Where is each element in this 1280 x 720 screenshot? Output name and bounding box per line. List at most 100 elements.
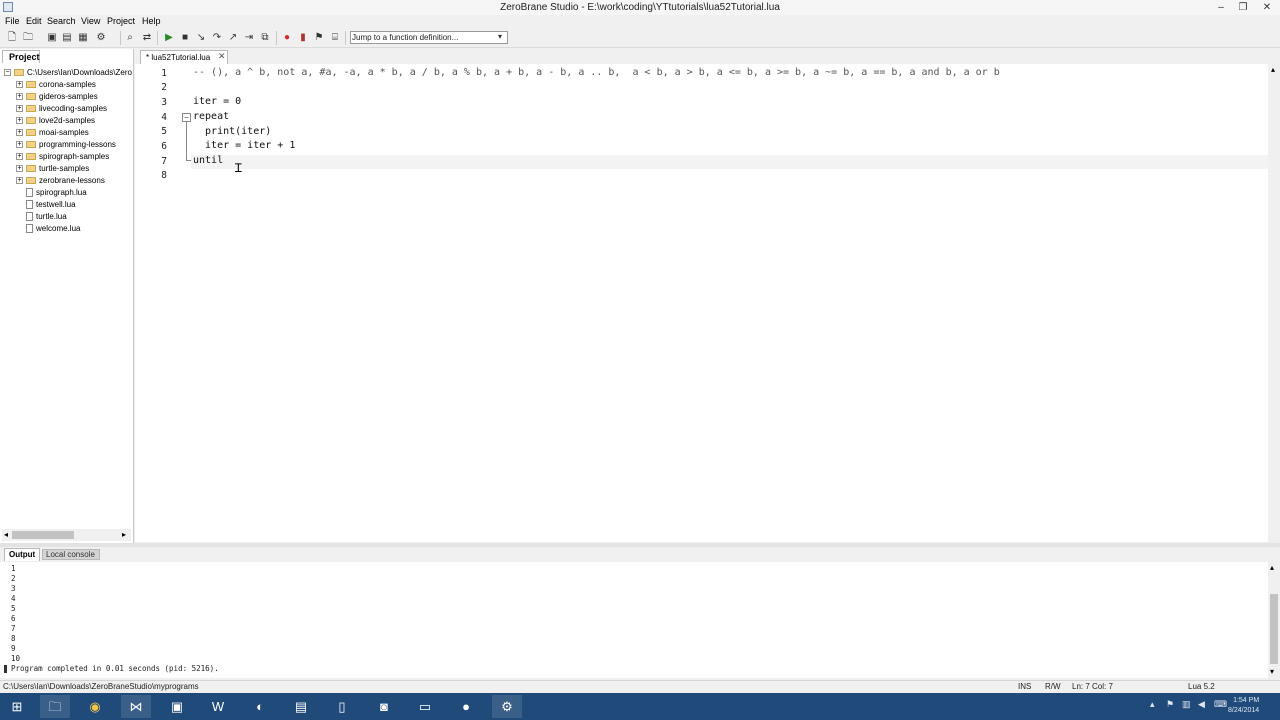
tree-folder-label: love2d-samples: [39, 116, 96, 125]
chevron-down-icon[interactable]: ▾: [498, 32, 502, 41]
status-read-write: R/W: [1045, 682, 1061, 691]
steam-icon[interactable]: ◐: [245, 695, 275, 718]
watch-icon[interactable]: ⧉: [259, 32, 271, 44]
line-number: 6: [161, 141, 167, 152]
stack-icon[interactable]: ⚑: [313, 32, 325, 44]
open-file-icon[interactable]: 🗀: [22, 32, 34, 44]
network-icon[interactable]: ▥: [1182, 699, 1191, 710]
tree-folder[interactable]: + turtle-samples: [16, 164, 89, 176]
code-line: iter = iter + 1: [193, 140, 296, 151]
tab-project[interactable]: Project: [2, 50, 40, 63]
tab-output[interactable]: Output: [4, 548, 40, 561]
scrollbar-thumb[interactable]: [1270, 594, 1278, 664]
zerobrane-icon[interactable]: ⚙: [492, 695, 522, 718]
minimize-button[interactable]: –: [1210, 0, 1232, 15]
tree-file[interactable]: spirograph.lua: [26, 188, 87, 200]
menu-help[interactable]: Help: [142, 16, 161, 26]
scroll-up-icon[interactable]: ▴: [1270, 563, 1274, 572]
menu-project[interactable]: Project: [107, 16, 135, 26]
document-icon[interactable]: ▤: [286, 695, 316, 718]
save-icon[interactable]: ▣: [46, 32, 58, 44]
run-to-cursor-icon[interactable]: ⇥: [243, 32, 255, 44]
bookmark-icon[interactable]: ▮: [297, 32, 309, 44]
step-over-icon[interactable]: ↷: [211, 32, 223, 44]
scroll-right-icon[interactable]: ▸: [122, 530, 126, 539]
tree-file[interactable]: testwell.lua: [26, 200, 76, 212]
stop-icon[interactable]: ■: [179, 32, 191, 44]
expand-icon[interactable]: +: [16, 129, 23, 137]
volume-icon[interactable]: ◀: [1198, 699, 1205, 710]
folder-icon: [26, 129, 36, 137]
blank-file-icon[interactable]: ▯: [327, 695, 357, 718]
scroll-left-icon[interactable]: ◂: [4, 530, 8, 539]
media-icon[interactable]: ◙: [369, 695, 399, 718]
menu-view[interactable]: View: [81, 16, 100, 26]
tab-lua52tutorial[interactable]: * lua52Tutorial.lua: [140, 50, 228, 64]
replace-icon[interactable]: ⇄: [141, 32, 153, 44]
expand-icon[interactable]: +: [16, 81, 23, 89]
chrome-icon[interactable]: ◉: [80, 695, 110, 718]
keyboard-icon[interactable]: ⌨: [1214, 699, 1227, 710]
breakpoint-icon[interactable]: ●: [281, 32, 293, 44]
close-button[interactable]: ✕: [1256, 0, 1278, 15]
tree-folder[interactable]: + programming-lessons: [16, 140, 116, 152]
obs-icon[interactable]: ●: [451, 695, 481, 718]
project-icon[interactable]: ▦: [77, 32, 89, 44]
taskbar: [0, 693, 1280, 720]
tree-folder[interactable]: + gideros-samples: [16, 92, 98, 104]
editor-vscrollbar[interactable]: [1269, 64, 1280, 542]
maximize-button[interactable]: ❐: [1232, 0, 1254, 15]
folder-icon: [14, 69, 24, 77]
expand-icon[interactable]: +: [16, 105, 23, 113]
scroll-up-icon[interactable]: ▴: [1271, 65, 1275, 74]
close-icon[interactable]: ✕: [218, 51, 226, 62]
expand-icon[interactable]: +: [16, 165, 23, 173]
menu-file[interactable]: File: [5, 16, 20, 26]
tree-root-item[interactable]: − C:\Users\Ian\Downloads\Zero: [4, 68, 132, 80]
expand-icon[interactable]: +: [16, 117, 23, 125]
output-tab-strip: [0, 547, 1280, 561]
folder-icon: [26, 177, 36, 185]
tree-folder[interactable]: + livecoding-samples: [16, 104, 107, 116]
menu-search[interactable]: Search: [47, 16, 76, 26]
expand-icon[interactable]: +: [16, 93, 23, 101]
tree-folder[interactable]: + love2d-samples: [16, 116, 95, 128]
tree-folder[interactable]: + zerobrane-lessons: [16, 176, 105, 188]
tree-folder[interactable]: + spirograph-samples: [16, 152, 109, 164]
tab-local-console[interactable]: Local console: [42, 549, 100, 560]
expand-icon[interactable]: +: [16, 153, 23, 161]
step-into-icon[interactable]: ↘: [195, 32, 207, 44]
output-console[interactable]: [0, 562, 1268, 678]
taskbar-clock[interactable]: 1:54 PM 8/24/2014: [1228, 696, 1259, 716]
expand-icon[interactable]: +: [16, 177, 23, 185]
tree-file[interactable]: welcome.lua: [26, 224, 80, 236]
windows-start-icon[interactable]: ⊞: [2, 695, 32, 718]
console-icon[interactable]: ⌸: [329, 32, 341, 44]
step-out-icon[interactable]: ↗: [227, 32, 239, 44]
tree-folder-label: zerobrane-lessons: [39, 176, 105, 185]
save-all-icon[interactable]: ▤: [61, 32, 73, 44]
fold-toggle-icon[interactable]: −: [182, 113, 191, 122]
tree-file[interactable]: turtle.lua: [26, 212, 67, 224]
scroll-down-icon[interactable]: ▾: [1270, 667, 1274, 676]
line-number: 3: [161, 97, 167, 108]
visual-studio-icon[interactable]: ⋈: [121, 695, 151, 718]
tree-folder[interactable]: + moai-samples: [16, 128, 89, 140]
tree-folder[interactable]: + corona-samples: [16, 80, 96, 92]
collapse-icon[interactable]: −: [4, 69, 11, 77]
file-explorer-icon[interactable]: 🗀: [40, 695, 70, 718]
settings-icon[interactable]: ⚙: [95, 32, 107, 44]
word-icon[interactable]: W: [203, 695, 233, 718]
run-icon[interactable]: ▶: [163, 32, 175, 44]
tray-arrow-icon[interactable]: ▴: [1150, 699, 1155, 710]
menu-edit[interactable]: Edit: [26, 16, 42, 26]
code-editor[interactable]: [135, 64, 1268, 542]
expand-icon[interactable]: +: [16, 141, 23, 149]
tree-file-label: spirograph.lua: [36, 188, 87, 197]
flag-icon[interactable]: ⚑: [1166, 699, 1174, 710]
window-icon[interactable]: ▭: [410, 695, 440, 718]
new-file-icon[interactable]: 🗋: [6, 32, 18, 44]
find-icon[interactable]: ⌕: [124, 32, 136, 44]
scrollbar-thumb[interactable]: [12, 531, 74, 539]
briefcase-icon[interactable]: ▣: [162, 695, 192, 718]
